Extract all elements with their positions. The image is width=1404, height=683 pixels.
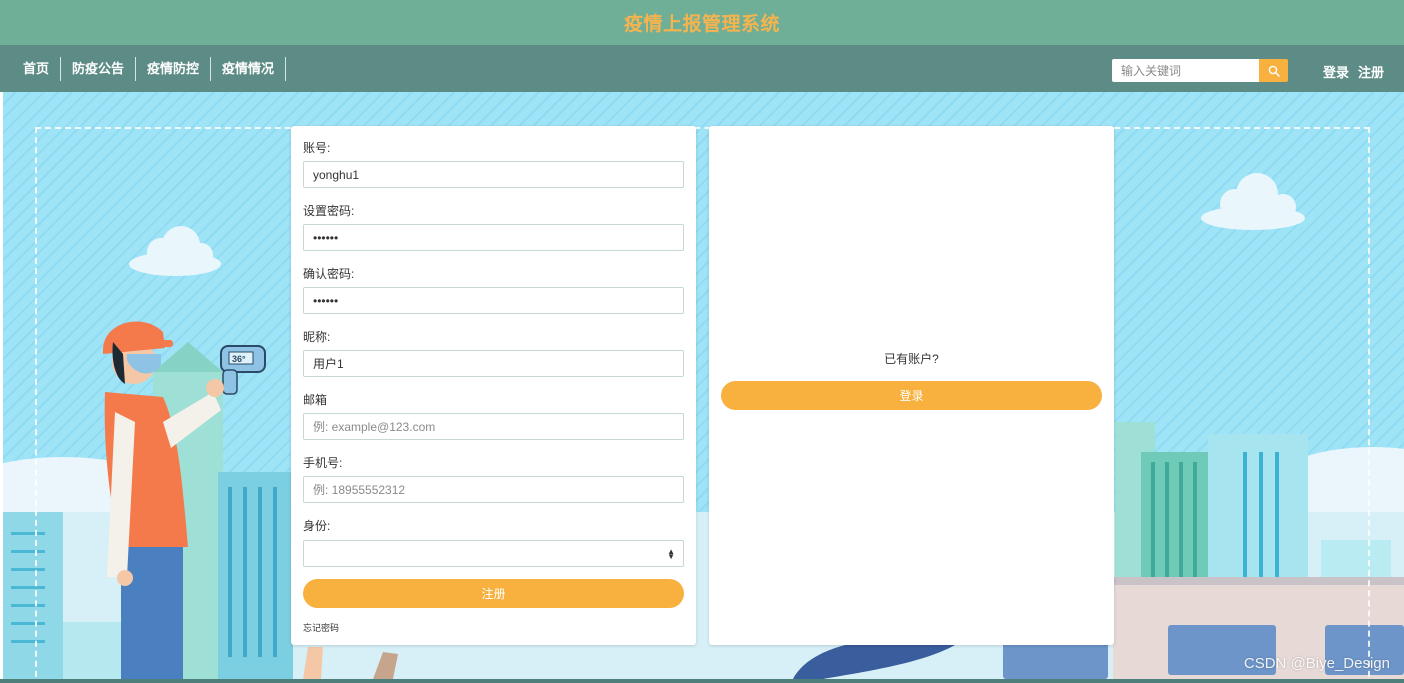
nickname-label: 昵称: (303, 330, 331, 344)
register-form-card: 账号: 设置密码: 确认密码: 昵称: 邮箱 手机号: 身份: ▲▼ 注册 忘记… (291, 126, 696, 645)
bottom-strip (0, 679, 1404, 683)
role-label: 身份: (303, 519, 331, 533)
register-submit-button[interactable]: 注册 (303, 579, 684, 608)
nav-login-link[interactable]: 登录 (1323, 62, 1349, 81)
site-title: 疫情上报管理系统 (623, 14, 780, 35)
account-label: 账号: (303, 141, 331, 155)
password-input[interactable] (303, 224, 684, 251)
confirm-password-input[interactable] (303, 287, 684, 314)
phone-label: 手机号: (303, 456, 343, 470)
confirm-password-label: 确认密码: (303, 267, 355, 281)
nav-register-link[interactable]: 注册 (1358, 62, 1384, 81)
select-caret-icon: ▲ ▼ (667, 547, 675, 561)
account-input[interactable] (303, 161, 684, 188)
nav-link-situation[interactable]: 疫情情况 (211, 57, 287, 81)
top-header: 疫情上报管理系统 (0, 0, 1404, 45)
email-input[interactable] (303, 413, 684, 440)
login-prompt-card: 已有账户? 登录 (709, 126, 1114, 645)
role-select[interactable]: ▲ ▼ (303, 540, 684, 567)
nav-link-home[interactable]: 首页 (12, 57, 62, 81)
have-account-text: 已有账户? (884, 352, 939, 366)
nav-link-prevention[interactable]: 疫情防控 (136, 57, 212, 81)
background-illustration: 36° (3, 92, 1404, 679)
forgot-password-link[interactable]: 忘记密码 (303, 621, 339, 634)
watermark-text: CSDN @Biye_Design (1243, 655, 1390, 672)
dashed-frame (35, 127, 1370, 679)
login-button[interactable]: 登录 (721, 381, 1102, 410)
nickname-input[interactable] (303, 350, 684, 377)
email-label: 邮箱 (303, 393, 328, 407)
password-label: 设置密码: (303, 204, 355, 218)
search-icon (1268, 65, 1280, 77)
search-button[interactable] (1259, 59, 1288, 82)
nav-link-notices[interactable]: 防疫公告 (61, 57, 137, 81)
nav-links: 首页 防疫公告 疫情防控 疫情情况 (12, 57, 287, 81)
search-input[interactable] (1112, 59, 1259, 82)
phone-input[interactable] (303, 476, 684, 503)
